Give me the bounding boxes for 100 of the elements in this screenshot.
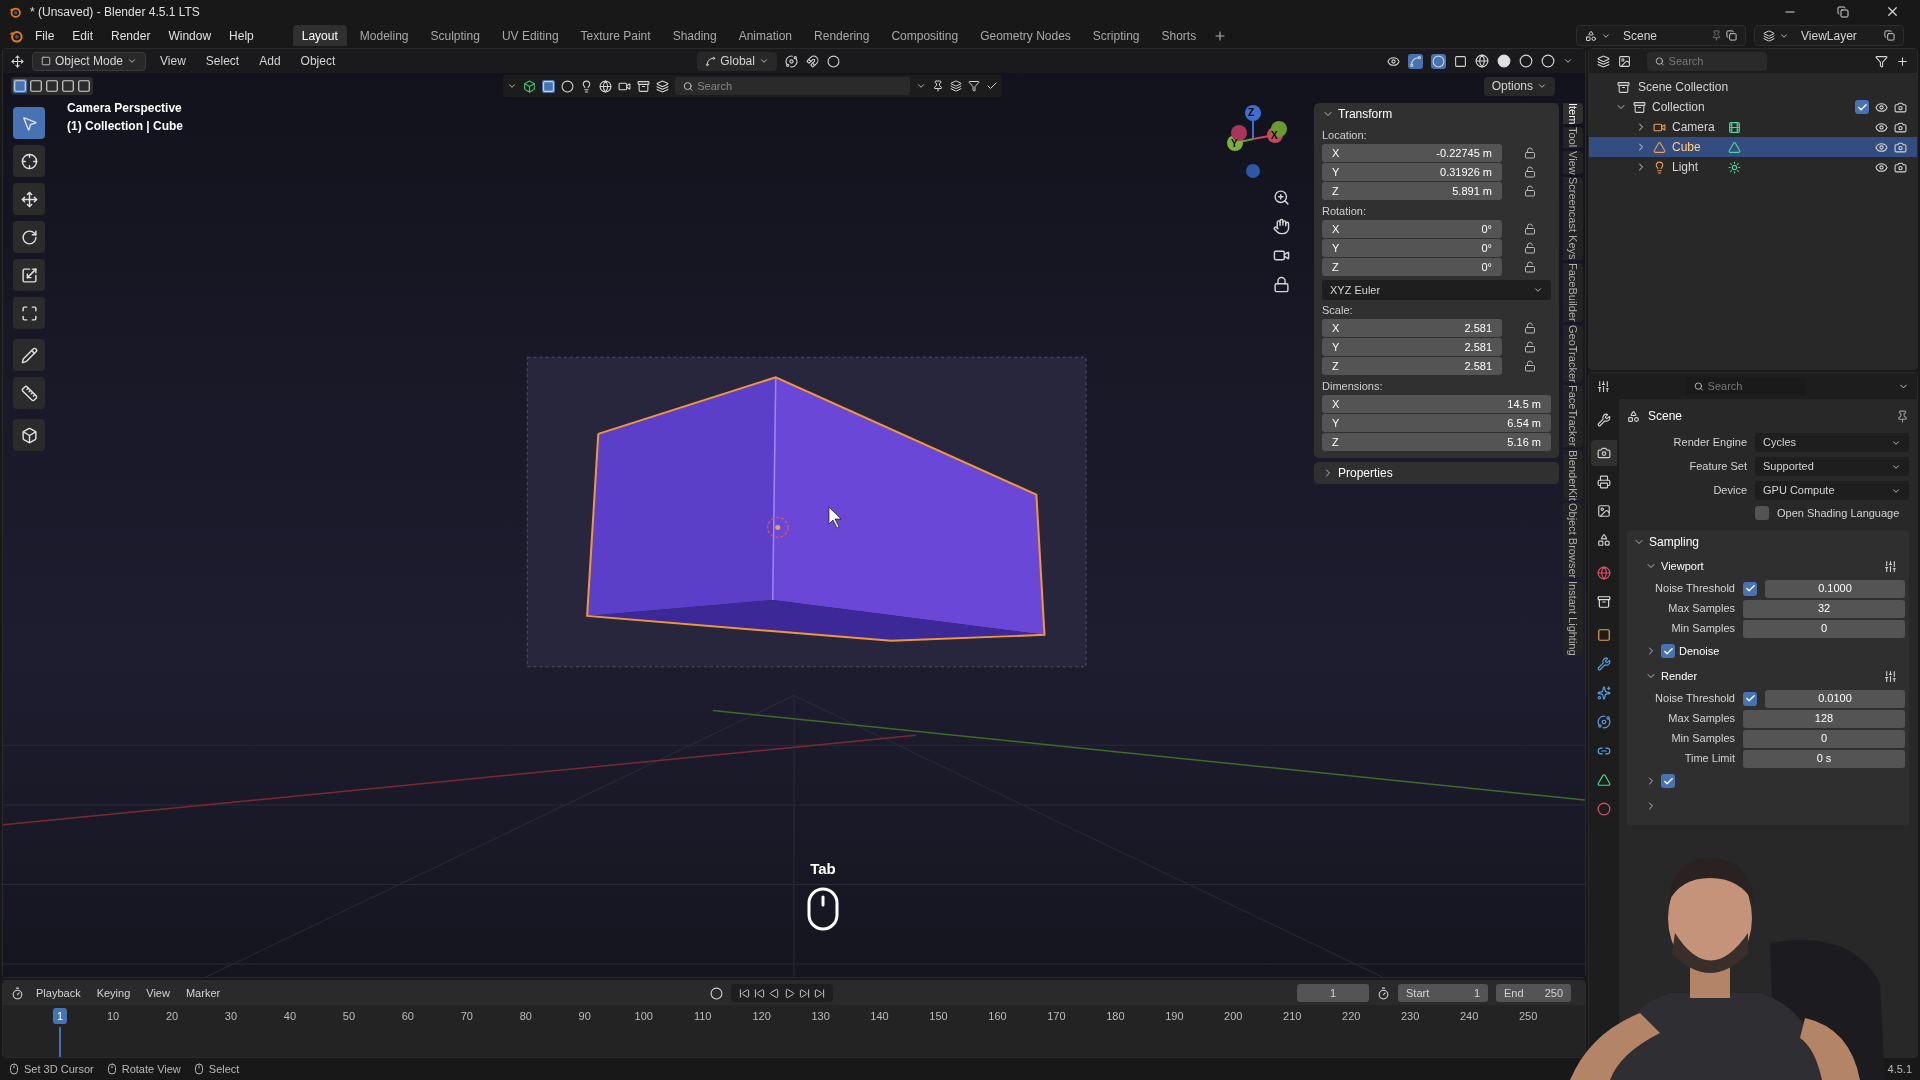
dropdown[interactable]: GPU Compute — [1755, 481, 1909, 500]
tool-button[interactable] — [13, 221, 45, 253]
select-intersect-icon[interactable] — [77, 79, 91, 93]
selection-mode-group[interactable] — [11, 77, 93, 95]
sidebar-tab[interactable]: GeoTracker — [1563, 324, 1583, 383]
outliner-item[interactable]: Scene Collection — [1638, 78, 1729, 96]
camera-icon[interactable] — [1894, 120, 1907, 134]
sidebar-tab[interactable]: Item — [1563, 103, 1583, 125]
sidebar-tab[interactable]: Screencast Keys — [1563, 177, 1583, 260]
unlock-icon[interactable] — [1524, 341, 1536, 353]
outliner-item[interactable]: Cube — [1672, 138, 1722, 156]
snap-icon[interactable] — [805, 54, 819, 68]
visibility-icon[interactable] — [1387, 54, 1400, 68]
outliner-row[interactable]: Light — [1589, 157, 1917, 177]
timeline-menu[interactable]: Keying — [92, 984, 135, 1002]
end-frame-field[interactable]: End 250 — [1496, 984, 1571, 1002]
sidebar-tab[interactable]: BlenderKit — [1563, 449, 1583, 501]
checkbox[interactable] — [1855, 100, 1869, 114]
solid-shading-icon[interactable] — [1497, 54, 1511, 68]
sidebar-tab[interactable]: FaceBuilder — [1563, 262, 1583, 322]
viewport-menu[interactable]: Add — [253, 52, 287, 70]
pin-icon[interactable] — [1711, 30, 1722, 41]
menu-item[interactable]: Render — [104, 26, 158, 45]
select-subtract-icon[interactable] — [45, 79, 59, 93]
tool-button[interactable] — [13, 297, 45, 329]
viewport-menu[interactable]: Object — [294, 52, 342, 70]
workspace-tab[interactable]: Layout — [292, 25, 347, 46]
camera-icon[interactable] — [1894, 100, 1907, 114]
menu-item[interactable]: File — [28, 26, 62, 45]
next-key-icon[interactable] — [799, 987, 811, 999]
outliner-item[interactable]: Camera — [1672, 118, 1722, 136]
light-filter-icon[interactable] — [580, 79, 593, 93]
unlock-icon[interactable] — [1524, 223, 1536, 235]
mode-selector[interactable]: Object Mode — [32, 51, 147, 71]
rendered-shading-icon[interactable] — [1541, 54, 1555, 68]
number-field[interactable]: X 14.5 m — [1322, 395, 1551, 413]
restore-icon[interactable] — [1837, 5, 1849, 18]
play-reverse-icon[interactable] — [769, 987, 781, 999]
tool-button[interactable] — [13, 259, 45, 291]
number-field[interactable]: Y 2.581 — [1322, 338, 1502, 356]
number-field[interactable]: Y 0° — [1322, 239, 1502, 257]
play-icon[interactable] — [784, 987, 796, 999]
filter-icon[interactable] — [1875, 54, 1888, 68]
unlock-icon[interactable] — [1524, 360, 1536, 372]
timeline-menu[interactable]: Marker — [181, 984, 225, 1002]
properties-tab[interactable] — [1591, 440, 1617, 466]
filter-icon[interactable] — [968, 80, 980, 92]
number-field[interactable]: 32 — [1743, 599, 1905, 618]
number-field[interactable]: 0.1000 — [1765, 579, 1905, 598]
mesh-filter-icon[interactable] — [542, 79, 555, 93]
eye-icon[interactable] — [1875, 120, 1888, 134]
workspace-tab[interactable]: Geometry Nodes — [971, 25, 1080, 46]
tool-button[interactable] — [13, 377, 45, 409]
timeline-menu[interactable]: View — [142, 984, 174, 1002]
workspace-tab[interactable]: Scripting — [1083, 25, 1149, 46]
jump-start-icon[interactable] — [739, 987, 751, 999]
editor-type-icon[interactable] — [11, 986, 24, 1000]
collection-filter-icon[interactable] — [637, 79, 650, 93]
timeline-menu[interactable]: Playback — [32, 984, 85, 1002]
eye-icon[interactable] — [1875, 100, 1888, 114]
scene-selector[interactable]: Scene — [1576, 25, 1746, 46]
checkbox[interactable] — [1743, 691, 1757, 706]
menu-item[interactable]: Help — [222, 26, 261, 45]
dropdown[interactable]: Cycles — [1755, 433, 1909, 452]
tool-button[interactable] — [13, 145, 45, 177]
camera-icon[interactable] — [1894, 160, 1907, 174]
tool-button[interactable] — [13, 419, 45, 451]
pin-icon[interactable] — [1896, 409, 1909, 423]
sidebar-tab[interactable]: Instant Lighting — [1563, 581, 1583, 657]
workspace-tab[interactable]: Shorts — [1152, 25, 1206, 46]
gizmo-toggle-icon[interactable] — [1408, 53, 1423, 69]
chevron-down-icon[interactable] — [916, 81, 926, 91]
sidebar-tab[interactable]: View — [1563, 150, 1583, 175]
previous-key-icon[interactable] — [754, 987, 766, 999]
workspace-tab[interactable]: Modeling — [350, 25, 418, 46]
workspace-tab[interactable]: Shading — [663, 25, 726, 46]
select-new-icon[interactable] — [13, 79, 27, 93]
number-field[interactable]: X 2.581 — [1322, 319, 1502, 337]
workspace-tab[interactable]: Sculpting — [421, 25, 489, 46]
checkbox[interactable] — [1755, 506, 1769, 521]
number-field[interactable]: Y 0.31926 m — [1322, 163, 1502, 181]
tool-button[interactable] — [13, 183, 45, 215]
frame-number[interactable]: 1 — [52, 1008, 68, 1024]
display-mode-icon[interactable] — [1597, 54, 1610, 68]
subpanel-title[interactable]: Denoise — [1679, 642, 1897, 660]
unlock-icon[interactable] — [1524, 166, 1536, 178]
outliner-item[interactable]: Light — [1672, 158, 1722, 176]
subpanel-title[interactable]: Render — [1661, 667, 1880, 685]
unlock-icon[interactable] — [1524, 261, 1536, 273]
checkbox[interactable] — [1743, 581, 1757, 596]
number-field[interactable]: Z 5.16 m — [1322, 433, 1551, 451]
layers-filter-icon[interactable] — [656, 79, 669, 93]
number-field[interactable]: 0 — [1743, 619, 1905, 638]
workspace-tab[interactable]: Rendering — [805, 25, 879, 46]
outliner-row[interactable]: Camera — [1589, 117, 1917, 137]
workspace-tab[interactable]: Compositing — [882, 25, 968, 46]
number-field[interactable]: Y 6.54 m — [1322, 414, 1551, 432]
unlock-icon[interactable] — [1524, 322, 1536, 334]
unlock-icon[interactable] — [1524, 242, 1536, 254]
search-input[interactable]: Search — [1707, 377, 1798, 395]
